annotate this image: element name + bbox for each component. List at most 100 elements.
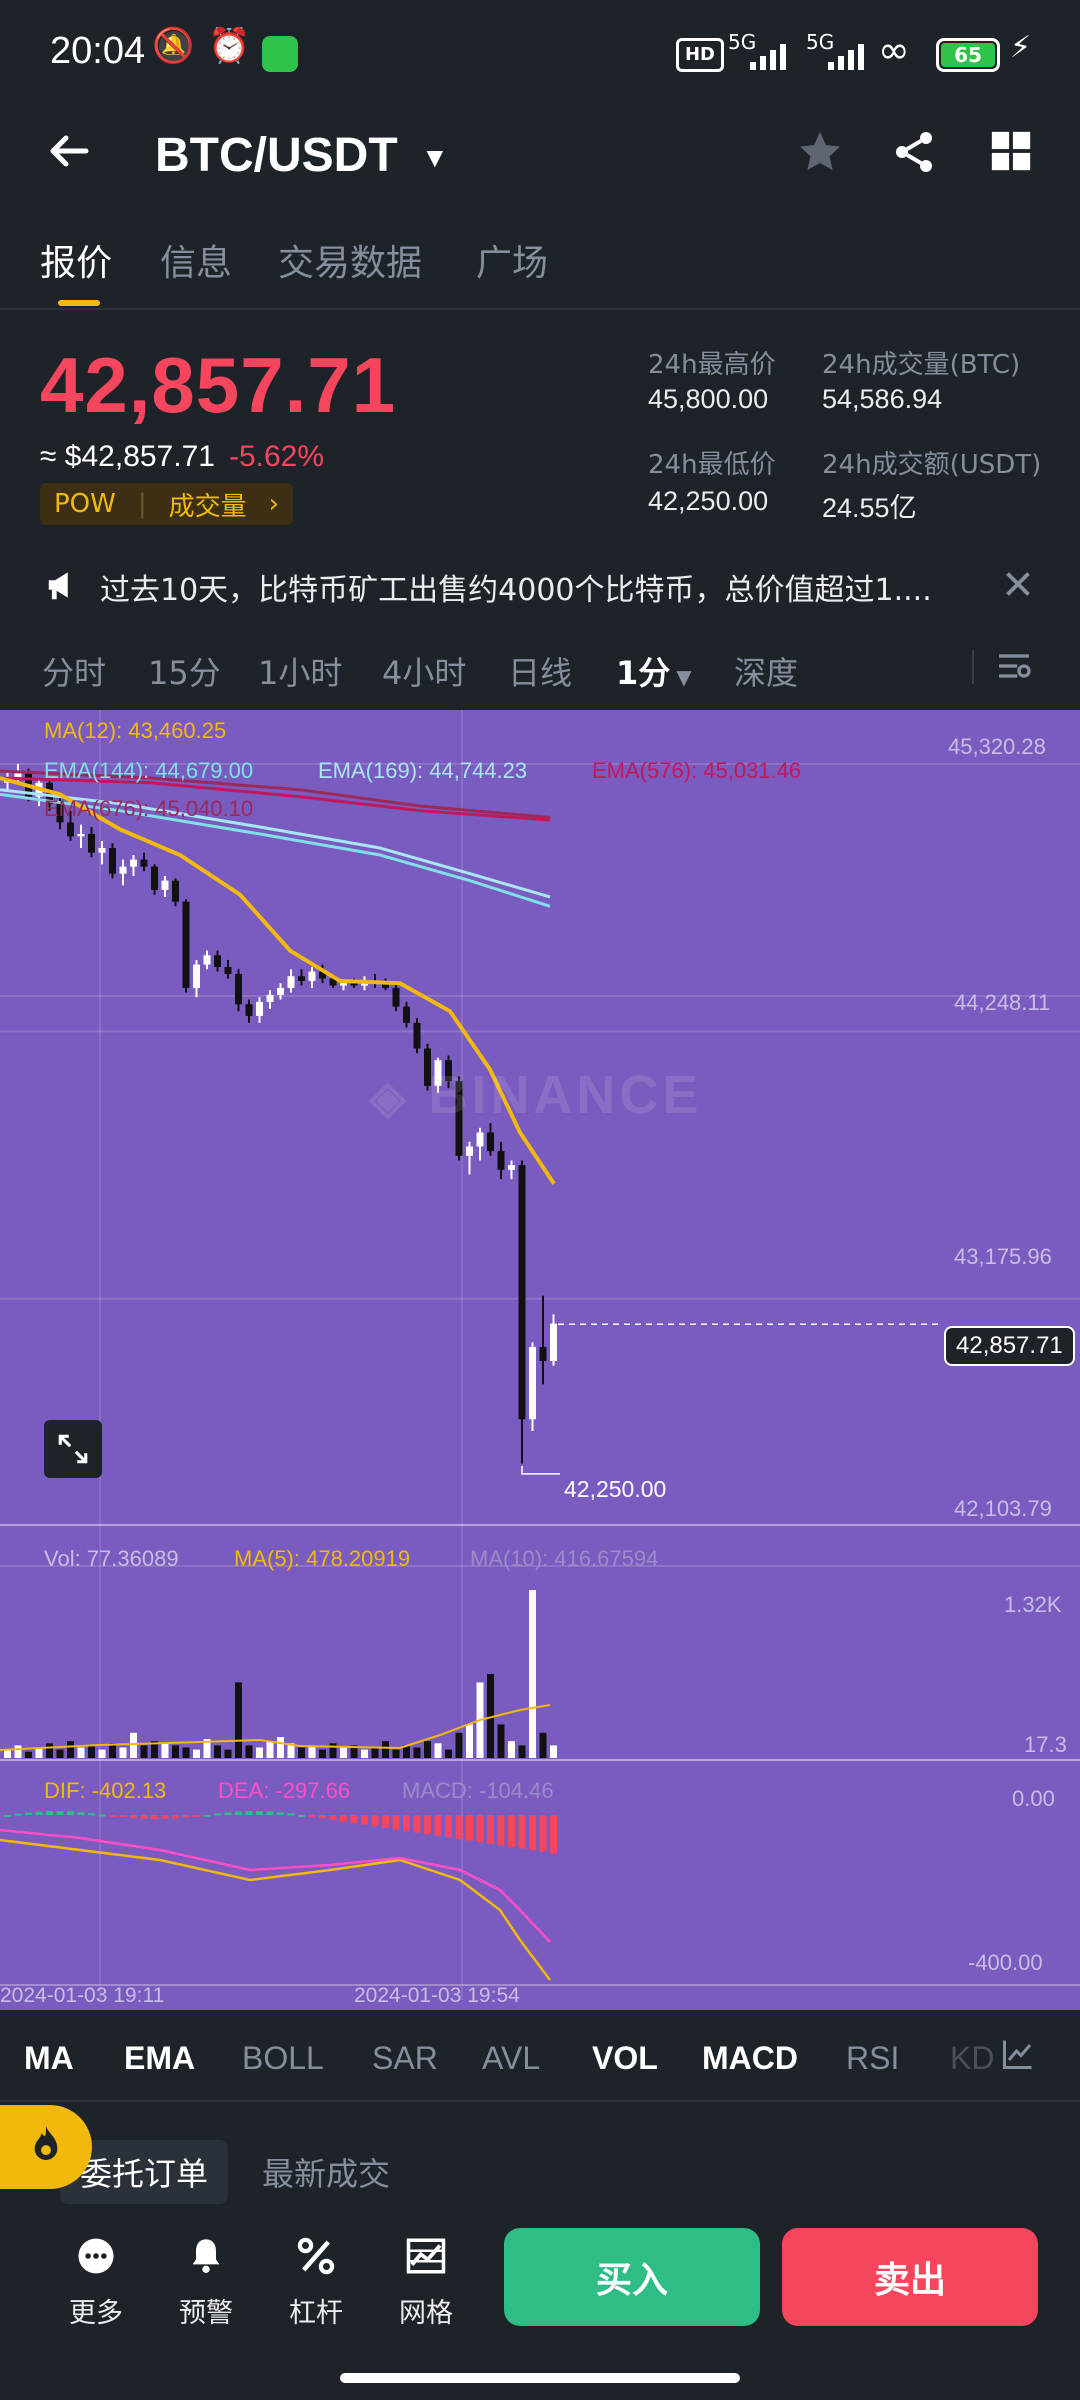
high-value: 45,800.00 (648, 384, 769, 414)
macd-histogram-bar (25, 1812, 32, 1815)
candle (497, 1151, 505, 1170)
macd-histogram-bar (455, 1815, 463, 1839)
interval-time-share[interactable]: 分时 (42, 648, 106, 694)
candle (476, 1132, 484, 1147)
tab-quote[interactable]: 报价 (40, 234, 112, 286)
macd-histogram-bar (56, 1811, 64, 1815)
macd-histogram-bar (172, 1815, 179, 1819)
layout-grid-icon[interactable] (988, 128, 1034, 178)
battery-icon: 65 (936, 38, 1000, 72)
interval-15m[interactable]: 15分 (148, 648, 221, 694)
close-news-icon[interactable] (1000, 566, 1036, 606)
interval-1m[interactable]: 1分 ▼ (616, 648, 692, 694)
volume-tag-link: 成交量 (168, 491, 247, 522)
battery-level: 65 (941, 43, 995, 67)
megaphone-icon (44, 566, 82, 608)
candle (235, 973, 242, 1005)
leverage-button[interactable]: 杠杆 (266, 2235, 366, 2330)
volume-bar (550, 1745, 557, 1758)
back-arrow-icon[interactable] (44, 126, 94, 187)
grid-button[interactable]: 网格 (376, 2235, 476, 2330)
macd-histogram-bar (151, 1815, 158, 1819)
volume-bar (235, 1682, 242, 1758)
candle (277, 987, 284, 995)
interval-depth[interactable]: 深度 (734, 648, 798, 694)
alert-button[interactable]: 预警 (156, 2235, 256, 2330)
tab-latest-trades[interactable]: 最新成交 (242, 2140, 410, 2204)
volume-bar (14, 1745, 22, 1758)
candle (203, 955, 211, 965)
macd-histogram-bar (193, 1815, 200, 1817)
more-button[interactable]: 更多 (46, 2235, 146, 2330)
share-icon[interactable] (890, 128, 938, 180)
volume-bar (382, 1741, 389, 1758)
fullscreen-expand-icon[interactable] (44, 1420, 102, 1478)
interval-caret-icon: ▼ (676, 665, 692, 689)
hd-icon: HD (676, 38, 724, 72)
macd-histogram-bar (161, 1815, 169, 1819)
vol-usdt-label: 24h成交额(USDT) (822, 450, 1042, 480)
indicator-rsi[interactable]: RSI (846, 2040, 899, 2077)
indicator-macd[interactable]: MACD (702, 2040, 798, 2077)
macd-histogram-bar (487, 1815, 494, 1844)
indicator-boll[interactable]: BOLL (242, 2040, 324, 2077)
hot-flame-button[interactable] (0, 2105, 92, 2189)
candle (529, 1346, 536, 1420)
macd-histogram-bar (382, 1815, 389, 1828)
indicator-vol[interactable]: VOL (592, 2040, 658, 2077)
indicator-avl[interactable]: AVL (482, 2040, 540, 2077)
grid-chart-icon (376, 2235, 476, 2285)
alarm-icon: ⏰ (208, 26, 251, 66)
watermark-text: BINANCE (428, 1065, 703, 1125)
chart-settings-icon[interactable] (994, 646, 1034, 690)
macd-histogram-bar (539, 1815, 547, 1852)
volume-bar (161, 1743, 169, 1758)
candle (413, 1022, 421, 1049)
indicator-ma[interactable]: MA (24, 2040, 74, 2077)
news-ticker[interactable]: 过去10天，比特币矿工出售约4000个比特币，总价值超过1.... (100, 565, 980, 609)
vol-btc-label: 24h成交量(BTC) (822, 350, 1021, 380)
chart-area[interactable] (0, 710, 1080, 2010)
macd-histogram-bar (109, 1815, 116, 1817)
candle (151, 866, 158, 890)
candle (487, 1132, 494, 1152)
pow-tag[interactable]: POW | 成交量 › (40, 483, 294, 525)
indicator-kd[interactable]: KD (950, 2040, 994, 2077)
macd-histogram-bar (497, 1815, 505, 1846)
y-tick-4: 42,103.79 (954, 1496, 1052, 1521)
interval-4h[interactable]: 4小时 (382, 648, 466, 694)
buy-button[interactable]: 买入 (504, 2228, 760, 2326)
macd-histogram-bar (508, 1815, 515, 1847)
macd-histogram-bar (340, 1815, 347, 1822)
sell-button[interactable]: 卖出 (782, 2228, 1038, 2326)
tab-trading-data[interactable]: 交易数据 (278, 234, 422, 286)
last-price-tag: 42,857.71 (944, 1326, 1075, 1366)
volume-bar (4, 1749, 11, 1758)
indicator-sar[interactable]: SAR (372, 2040, 438, 2077)
tab-square[interactable]: 广场 (476, 234, 548, 286)
interval-1d[interactable]: 日线 (508, 648, 572, 694)
interval-1h[interactable]: 1小时 (258, 648, 342, 694)
tab-info[interactable]: 信息 (160, 234, 232, 286)
indicator-settings-icon[interactable] (996, 2036, 1036, 2076)
macd-histogram-bar (119, 1815, 127, 1818)
macd-histogram-bar (67, 1811, 74, 1815)
macd-histogram-bar (224, 1812, 232, 1815)
volume-bar (67, 1741, 74, 1758)
pair-selector[interactable]: BTC/USDT ▼ (155, 128, 449, 183)
volume-bar (140, 1745, 148, 1758)
app-notification-icon (262, 36, 298, 72)
macd-histogram-bar (214, 1813, 221, 1816)
kline-chart[interactable] (0, 710, 1080, 2010)
volume-bar (539, 1732, 547, 1758)
indicator-ema[interactable]: EMA (124, 2040, 195, 2077)
candle (130, 859, 137, 867)
volume-bar (508, 1741, 515, 1758)
macd-histogram-bar (203, 1814, 211, 1817)
favorite-star-icon[interactable] (796, 128, 844, 180)
macd-histogram-bar (350, 1815, 358, 1823)
candle (403, 1006, 410, 1023)
candle (172, 880, 179, 902)
home-indicator[interactable] (340, 2373, 740, 2383)
macd-histogram-bar (130, 1815, 137, 1819)
